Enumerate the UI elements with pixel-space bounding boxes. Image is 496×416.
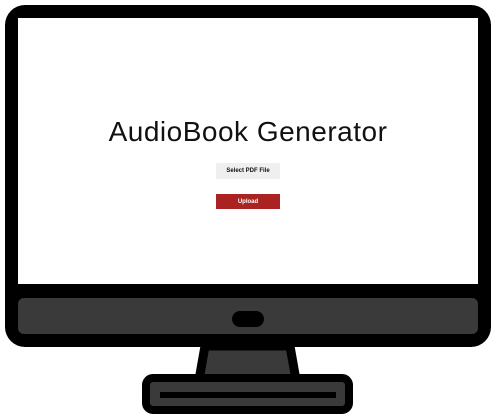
select-pdf-button[interactable]: Select PDF File (216, 163, 280, 179)
monitor-frame: AudioBook Generator Select PDF File Uplo… (0, 0, 496, 416)
app-title: AudioBook Generator (108, 116, 388, 147)
stand-base-groove (160, 392, 336, 398)
power-button-icon (232, 311, 264, 327)
upload-button[interactable]: Upload (216, 194, 280, 209)
screen: AudioBook Generator Select PDF File Uplo… (18, 18, 478, 284)
